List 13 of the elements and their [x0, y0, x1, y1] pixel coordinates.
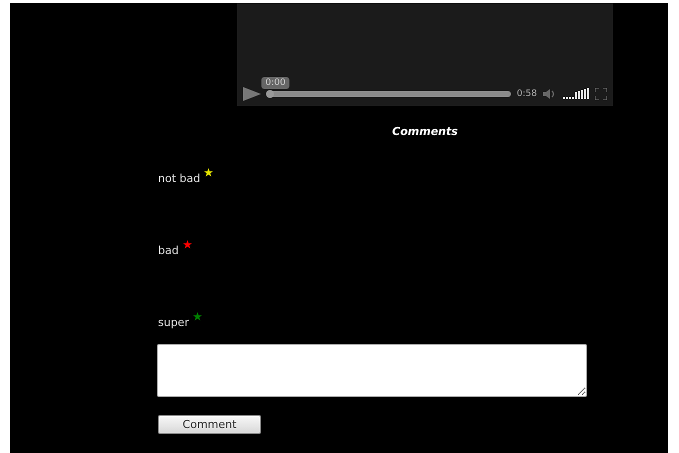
speaker-icon[interactable]: [543, 89, 557, 99]
comments-heading: Comments: [391, 125, 459, 138]
time-tooltip: 0:00: [261, 77, 290, 89]
comment-button[interactable]: Comment: [158, 415, 261, 434]
comment-text: bad: [158, 243, 179, 257]
volume-slider[interactable]: [563, 89, 589, 99]
fullscreen-icon[interactable]: [595, 88, 607, 100]
comment-field[interactable]: [157, 344, 587, 397]
slider-thumb[interactable]: [266, 90, 274, 98]
comment-text: not bad: [158, 171, 200, 185]
play-icon[interactable]: [243, 87, 261, 101]
duration: 0:58: [516, 89, 537, 99]
comment-text: super: [158, 315, 189, 329]
